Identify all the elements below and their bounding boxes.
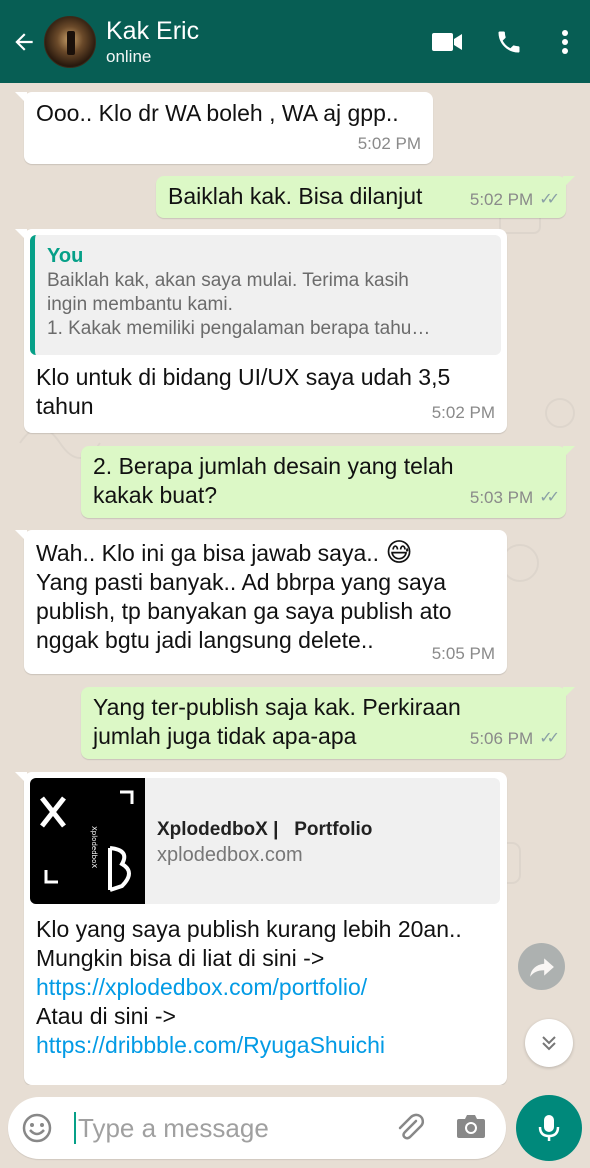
message-time-text: 5:03 PM (469, 488, 534, 507)
avatar[interactable] (44, 15, 96, 68)
chat-header: Kak Eric online (0, 0, 590, 83)
video-call-icon (432, 32, 462, 51)
forward-button[interactable] (518, 943, 565, 990)
message-text-line: Mungkin bisa di liat di sini -> (36, 945, 325, 971)
logo-text: XplodedboX (90, 826, 98, 868)
message-time: 5:03 PM ✓✓ (469, 483, 560, 512)
camera-icon (457, 1115, 485, 1138)
scroll-down-icon (542, 1036, 556, 1051)
read-ticks-icon: ✓✓ (539, 730, 560, 747)
quote-line: ingin membantu kami. (47, 294, 233, 315)
video-call-button[interactable] (416, 0, 478, 83)
link-domain: xplodedbox.com (157, 844, 303, 866)
message-bubble-incoming[interactable]: Ooo.. Klo dr WA boleh , WA aj gpp.. 5:02… (15, 92, 433, 164)
message-text-line: Wah.. Klo ini ga bisa jawab saya.. 😅 (36, 538, 452, 568)
message-bubble-outgoing[interactable]: Baiklah kak. Bisa dilanjut 5:02 PM ✓✓ (156, 176, 575, 218)
message-bubble-outgoing[interactable]: 2. Berapa jumlah desain yang telah kakak… (81, 446, 575, 518)
read-ticks-icon: ✓✓ (539, 191, 560, 208)
portfolio-link[interactable]: https://xplodedbox.com/portfolio/ (36, 974, 367, 1000)
message-text-line: publish, tp banyakan ga saya publish ato (36, 598, 452, 624)
quoted-message[interactable]: You Baiklah kak, akan saya mulai. Terima… (30, 235, 501, 355)
message-bubble-incoming[interactable]: XplodedboX XplodedboX | Portfolio xplode… (15, 772, 507, 1085)
quote-line: Baiklah kak, akan saya mulai. Terima kas… (47, 270, 409, 291)
message-list[interactable]: Ooo.. Klo dr WA boleh , WA aj gpp.. 5:02… (0, 83, 590, 1085)
message-time-text: 5:02 PM (469, 190, 534, 209)
more-options-button[interactable] (540, 0, 590, 83)
link-title: XplodedboX | Portfolio (157, 819, 373, 840)
scroll-to-bottom-button[interactable] (525, 1019, 573, 1067)
message-bubble-incoming[interactable]: Wah.. Klo ini ga bisa jawab saya.. 😅 Yan… (15, 530, 507, 674)
attach-button[interactable] (394, 1111, 426, 1148)
message-text-line: Yang pasti banyak.. Ad bbrpa yang saya (36, 569, 447, 595)
message-text-line: Yang ter-publish saja kak. Perkiraan (93, 694, 461, 720)
attach-icon (398, 1113, 425, 1140)
message-text: Ooo.. Klo dr WA boleh , WA aj gpp.. (36, 100, 399, 126)
back-arrow-icon (15, 32, 33, 51)
xplodedbox-logo: XplodedboX (40, 790, 134, 892)
message-input-container[interactable] (8, 1097, 506, 1159)
message-time-text: 5:06 PM (469, 729, 534, 748)
link-preview-meta: XplodedboX | Portfolio xplodedbox.com (145, 778, 384, 904)
mic-icon (538, 1115, 560, 1141)
message-time: 5:05 PM (431, 644, 495, 663)
message-time: 5:02 PM (357, 134, 421, 153)
emoji-icon (22, 1113, 52, 1143)
contact-name: Kak Eric (106, 16, 200, 45)
quote-line: 1. Kakak memiliki pengalaman berapa tahu… (47, 318, 431, 339)
more-vert-icon (562, 29, 568, 54)
message-text-line: 2. Berapa jumlah desain yang telah (93, 453, 454, 479)
message-bubble-incoming[interactable]: You Baiklah kak, akan saya mulai. Terima… (15, 229, 507, 433)
voice-call-button[interactable] (478, 0, 540, 83)
camera-button[interactable] (456, 1113, 486, 1144)
back-button[interactable] (4, 0, 44, 83)
message-text: Baiklah kak. Bisa dilanjut (168, 183, 423, 209)
message-input[interactable] (74, 1112, 374, 1144)
contact-info[interactable]: Kak Eric online (106, 16, 416, 68)
message-text-line: nggak bgtu jadi langsung delete.. (36, 627, 374, 653)
read-ticks-icon: ✓✓ (539, 489, 560, 506)
link-preview-thumbnail: XplodedboX (30, 778, 145, 904)
link-preview-card[interactable]: XplodedboX XplodedboX | Portfolio xplode… (30, 778, 500, 904)
message-text-line: tahun (36, 393, 94, 419)
dribbble-link[interactable]: https://dribbble.com/RyugaShuichi (36, 1032, 385, 1058)
emoji-button[interactable] (8, 1113, 66, 1143)
contact-status: online (106, 46, 152, 66)
message-bubble-outgoing[interactable]: Yang ter-publish saja kak. Perkiraan jum… (81, 687, 575, 759)
forward-icon (529, 957, 554, 977)
message-time: 5:02 PM (431, 403, 495, 422)
message-text-line: Atau di sini -> (36, 1003, 176, 1029)
phone-icon (498, 31, 520, 52)
voice-record-button[interactable] (516, 1095, 582, 1161)
message-text-line: kakak buat? (93, 482, 218, 508)
message-text-line: jumlah juga tidak apa-apa (93, 723, 357, 749)
composer-bar (0, 1085, 590, 1168)
quote-author: You (47, 245, 84, 267)
message-time: 5:06 PM ✓✓ (469, 724, 560, 753)
message-text-fragment: Wah.. Klo ini ga bisa jawab saya.. (36, 540, 380, 566)
emoji-sweat-smile: 😅 (385, 537, 413, 567)
message-text-line: Klo untuk di bidang UI/UX saya udah 3,5 (36, 364, 451, 390)
message-text-line: Klo yang saya publish kurang lebih 20an.… (36, 916, 462, 942)
message-time: 5:02 PM ✓✓ (469, 185, 560, 214)
